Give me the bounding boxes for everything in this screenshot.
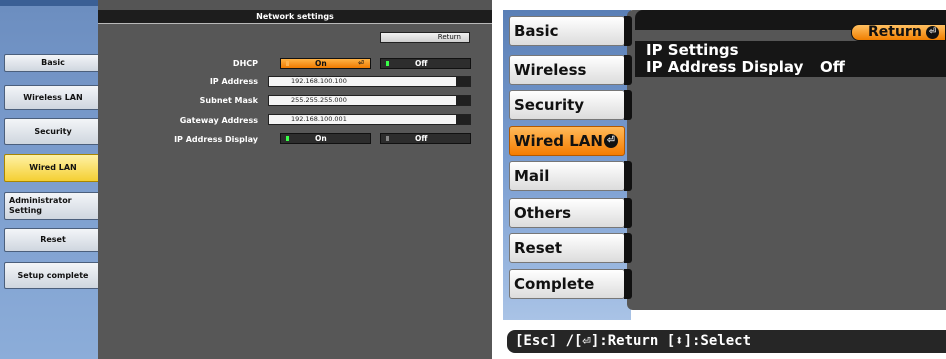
gateway-address-field[interactable]: 192.168.100.001: [268, 114, 471, 125]
left-top-strip: [98, 0, 492, 10]
ip-display-off-button[interactable]: Off: [380, 133, 471, 144]
page-title: Network settings: [98, 10, 492, 24]
right-nav-mail[interactable]: Mail: [509, 161, 625, 191]
left-nav-reset[interactable]: Reset: [4, 228, 102, 252]
indicator-icon: [286, 136, 289, 141]
indicator-icon: [286, 61, 289, 66]
right-nav-tab: [624, 269, 632, 299]
right-nav-wired-lan[interactable]: Wired LAN ⏎: [509, 126, 625, 156]
right-nav-wireless-lan[interactable]: Wireless LAN: [509, 55, 625, 107]
right-nav-tab: [624, 233, 632, 263]
dhcp-off-label: Off: [415, 59, 428, 68]
return-label: Return: [868, 24, 922, 40]
network-settings-web-panel: Basic Wireless LAN Security Wired LAN Ad…: [0, 0, 492, 359]
gateway-address-label: Gateway Address: [179, 116, 258, 125]
field-end: [456, 77, 470, 86]
subnet-mask-value: 255.255.255.000: [291, 96, 347, 104]
return-button[interactable]: Return: [380, 32, 470, 43]
dhcp-on-button[interactable]: On ⏎: [280, 58, 371, 69]
settings-list: IP Settings IP Address Display Off: [635, 41, 946, 77]
status-bar: [Esc] /[⏎]:Return [⬍]:Select: [507, 330, 946, 353]
enter-icon: ⏎: [358, 59, 364, 67]
subnet-mask-field[interactable]: 255.255.255.000: [268, 95, 471, 106]
left-nav-setup-complete[interactable]: Setup complete: [4, 262, 102, 289]
ip-address-display-value: Off: [820, 58, 845, 76]
left-nav-wireless-lan[interactable]: Wireless LAN: [4, 85, 102, 110]
right-nav-others[interactable]: Others: [509, 198, 625, 228]
top-margin: [503, 0, 946, 10]
left-nav-wired-lan[interactable]: Wired LAN: [4, 154, 102, 182]
dhcp-label: DHCP: [232, 59, 258, 68]
right-nav-tab: [624, 55, 632, 85]
dhcp-on-label: On: [315, 59, 327, 68]
right-nav-security[interactable]: Security: [509, 90, 625, 120]
projector-menu-panel: Basic Wireless LAN Security Wired LAN ⏎ …: [503, 0, 946, 359]
ip-address-display-label: IP Address Display: [174, 135, 258, 144]
ip-address-value: 192.168.100.100: [291, 77, 347, 85]
left-nav-security[interactable]: Security: [4, 118, 102, 145]
right-nav-tab: [624, 198, 632, 228]
right-nav-reset[interactable]: Reset: [509, 233, 625, 263]
left-nav-basic[interactable]: Basic: [4, 54, 102, 72]
field-end: [456, 115, 470, 124]
subnet-mask-label: Subnet Mask: [199, 96, 258, 105]
enter-icon: ⏎: [926, 26, 939, 39]
gateway-address-value: 192.168.100.001: [291, 115, 347, 123]
ip-settings-item[interactable]: IP Settings: [646, 42, 739, 59]
ip-address-field[interactable]: 192.168.100.100: [268, 76, 471, 87]
ip-address-label: IP Address: [209, 77, 258, 86]
indicator-icon: [386, 61, 389, 66]
right-nav-tab: [624, 90, 632, 120]
right-nav-complete[interactable]: Complete: [509, 269, 625, 299]
right-nav-tab: [624, 16, 632, 46]
right-nav-wired-lan-label: Wired LAN: [514, 132, 603, 150]
field-end: [456, 96, 470, 105]
dhcp-off-button[interactable]: Off: [380, 58, 471, 69]
right-nav-tab: [624, 161, 632, 191]
ip-display-on-button[interactable]: On: [280, 133, 371, 144]
return-button[interactable]: Return ⏎: [851, 24, 946, 41]
ip-display-on-label: On: [315, 134, 327, 143]
right-nav-basic[interactable]: Basic: [509, 16, 625, 46]
left-nav-administrator-setting[interactable]: Administrator Setting: [4, 192, 102, 220]
indicator-icon: [386, 136, 389, 141]
ip-address-display-item[interactable]: IP Address Display: [646, 59, 803, 76]
ip-display-off-label: Off: [415, 134, 428, 143]
enter-icon: ⏎: [604, 134, 618, 148]
